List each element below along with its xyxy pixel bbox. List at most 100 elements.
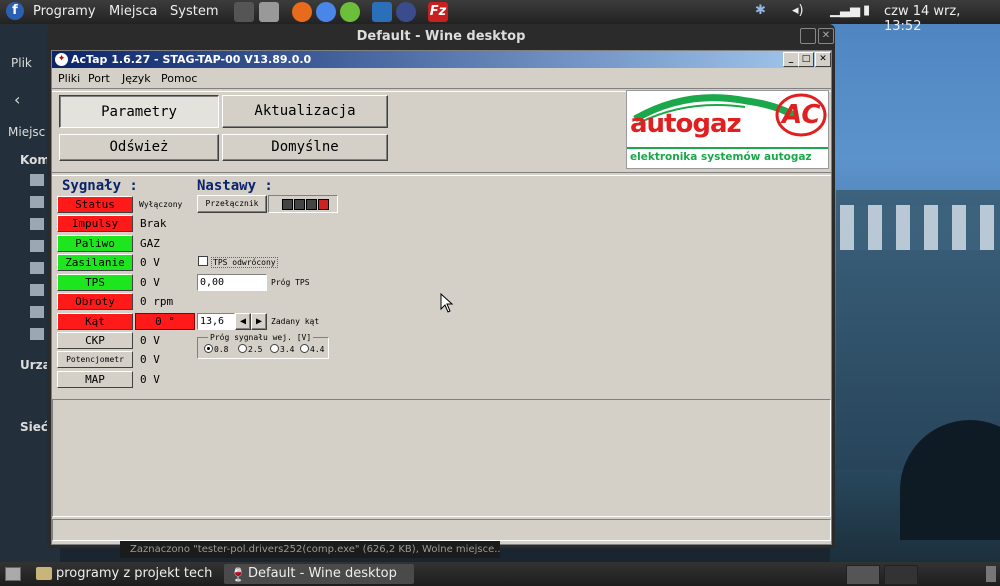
back-arrow-icon[interactable]: ‹ (14, 90, 20, 109)
leaf-app-icon[interactable] (340, 2, 360, 22)
firefox-icon[interactable] (292, 2, 312, 22)
switch-led-4 (318, 199, 329, 210)
signal-impulsy[interactable]: Impulsy (57, 215, 133, 232)
app-logo-icon: ✦ (55, 53, 68, 66)
tps-threshold-input[interactable]: 0,00 (197, 274, 267, 291)
file-manager-status: Zaznaczono "tester-pol.drivers252(comp.e… (120, 541, 500, 558)
maximize-button[interactable]: □ (798, 52, 814, 67)
task-file-manager-label: programy z projekt tech (56, 566, 213, 581)
text-editor-icon[interactable] (259, 2, 279, 22)
threshold-radio-3[interactable] (270, 344, 279, 353)
fedora-logo-icon[interactable]: f (6, 2, 24, 20)
threshold-radio-2-label: 2.5 (248, 345, 263, 354)
logo-brand: autogaz (630, 109, 742, 139)
switch-indicator (268, 195, 338, 213)
actap-menu-bar: Pliki Port Język Pomoc (52, 69, 831, 88)
wine-window-title[interactable]: Default - Wine desktop (47, 24, 835, 50)
threshold-radio-1-label: 0.8 (214, 345, 229, 354)
workspace-2[interactable] (884, 565, 918, 585)
signal-paliwo[interactable]: Paliwo (57, 235, 133, 252)
switch-led-3 (306, 199, 317, 210)
nastawy-heading: Nastawy : (197, 178, 273, 194)
signal-ckp[interactable]: CKP (57, 332, 133, 349)
autogaz-logo: autogaz AC elektronika systemów autogaz (626, 90, 829, 169)
angle-decrease-button[interactable]: ◀ (235, 313, 251, 330)
maximize-icon[interactable] (800, 28, 816, 44)
threshold-radio-4-label: 4.4 (310, 345, 325, 354)
signal-potencjometr-value: 0 V (140, 353, 160, 366)
task-wine-desktop[interactable]: 🍷 Default - Wine desktop (224, 564, 414, 584)
angle-input[interactable]: 13,6 (197, 313, 235, 330)
signal-zasilanie[interactable]: Zasilanie (57, 254, 133, 271)
switch-led-2 (294, 199, 305, 210)
mouse-cursor-icon (440, 293, 454, 313)
top-panel: f Programy Miejsca System Fz ✱ ◂) ▁▃▅ ▮ … (0, 0, 1000, 34)
filezilla-icon[interactable]: Fz (428, 2, 448, 22)
odswiez-button[interactable]: Odśwież (59, 134, 219, 161)
signal-map[interactable]: MAP (57, 371, 133, 388)
signal-ckp-value: 0 V (140, 334, 160, 347)
signal-status-value: Wyłączony (139, 200, 183, 209)
switch-led-1 (282, 199, 293, 210)
threshold-radio-4[interactable] (300, 344, 309, 353)
signal-potencjometr[interactable]: Potencjometr (57, 351, 133, 368)
parametry-button[interactable]: Parametry (59, 95, 219, 128)
signal-strength-icon[interactable]: ▁▃▅ (830, 3, 860, 18)
signal-map-value: 0 V (140, 373, 160, 386)
status-bar (52, 519, 831, 541)
angle-increase-button[interactable]: ▶ (251, 313, 267, 330)
menu-jezyk[interactable]: Język (122, 72, 151, 85)
network-app-icon[interactable] (396, 2, 416, 22)
logo-divider (627, 147, 828, 149)
signal-status[interactable]: Status (57, 196, 133, 213)
virtualbox-icon[interactable] (372, 2, 392, 22)
minimize-button[interactable]: _ (783, 52, 799, 67)
terminal-icon[interactable] (234, 2, 254, 22)
tps-inverted-label[interactable]: TPS odwrócony (211, 257, 278, 268)
logo-mark: AC (782, 100, 821, 130)
threshold-radio-2[interactable] (238, 344, 247, 353)
chrome-icon[interactable] (316, 2, 336, 22)
sidebar-heading-siec: Sieć (20, 420, 49, 434)
battery-icon[interactable]: ▮ (863, 3, 870, 18)
close-button[interactable]: ✕ (815, 52, 831, 67)
task-file-manager[interactable]: programy z projekt tech (32, 564, 220, 584)
signal-tps[interactable]: TPS (57, 274, 133, 291)
menu-pomoc[interactable]: Pomoc (161, 72, 197, 85)
close-icon[interactable]: ✕ (818, 28, 834, 44)
show-desktop-icon[interactable] (5, 567, 21, 581)
volume-icon[interactable]: ◂) (792, 3, 804, 18)
bluetooth-icon[interactable]: ✱ (755, 3, 766, 18)
bottom-taskbar: programy z projekt tech 🍷 Default - Wine… (0, 562, 1000, 586)
header-separator (52, 172, 831, 176)
threshold-radio-1[interactable] (204, 344, 213, 353)
trash-icon[interactable] (986, 566, 996, 582)
signal-paliwo-value: GAZ (140, 237, 160, 250)
signal-obroty[interactable]: Obroty (57, 293, 133, 310)
sidebar-item-miejsca[interactable]: Miejsc (8, 125, 45, 139)
signal-kat[interactable]: Kąt (57, 313, 133, 330)
signal-zasilanie-value: 0 V (140, 256, 160, 269)
task-wine-desktop-label: Default - Wine desktop (248, 566, 397, 581)
signal-kat-value: 0 ° (135, 313, 195, 330)
przelacznik-button[interactable]: Przełącznik (197, 195, 267, 213)
signal-obroty-value: 0 rpm (140, 295, 174, 308)
menu-miejsca[interactable]: Miejsca (109, 4, 157, 19)
actap-title-bar[interactable]: ✦ AcTap 1.6.27 - STAG-TAP-00 V13.89.0.0 … (52, 51, 831, 68)
menu-programy[interactable]: Programy (33, 4, 96, 19)
domyslne-button[interactable]: Domyślne (222, 134, 388, 161)
workspace-1[interactable] (846, 565, 880, 585)
tps-inverted-checkbox[interactable] (198, 256, 208, 266)
wallpaper-railing (840, 205, 1000, 250)
menu-system[interactable]: System (170, 4, 218, 19)
folder-icon[interactable] (30, 174, 44, 349)
angle-label: Zadany kąt (271, 317, 320, 326)
sidebar-item-plik[interactable]: Plik (11, 56, 32, 70)
menu-pliki[interactable]: Pliki (58, 72, 80, 85)
tps-threshold-label: Próg TPS (271, 278, 310, 287)
clock[interactable]: czw 14 wrz, 13:52 (884, 4, 1000, 34)
sidebar-heading-komputer: Kom (20, 153, 50, 167)
menu-port[interactable]: Port (88, 72, 110, 85)
aktualizacja-button[interactable]: Aktualizacja (222, 95, 388, 128)
signal-threshold-title: Próg sygnału wej. [V] (208, 333, 314, 342)
